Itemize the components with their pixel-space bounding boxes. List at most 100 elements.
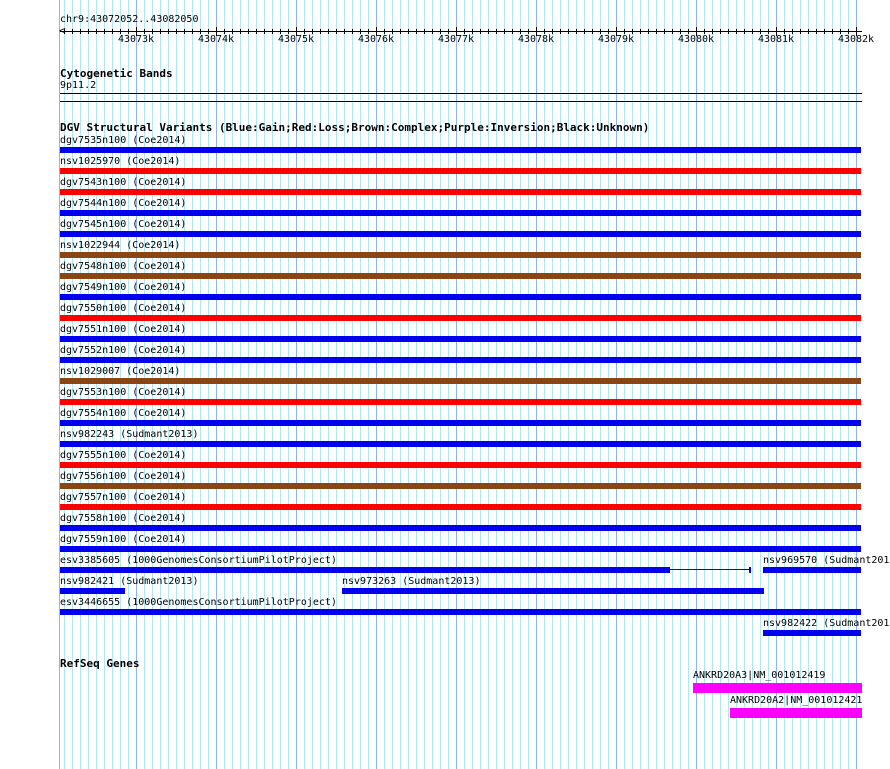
ruler-tick	[496, 29, 497, 34]
variant-bar[interactable]	[60, 399, 861, 405]
variant-bar[interactable]	[60, 483, 861, 489]
dgv-track-title: DGV Structural Variants (Blue:Gain;Red:L…	[60, 121, 650, 134]
variant-end-tick	[749, 567, 751, 573]
variant-bar[interactable]	[60, 315, 861, 321]
ruler-tick	[744, 29, 745, 34]
grid-line	[768, 0, 769, 769]
ruler-tick	[656, 29, 657, 34]
grid-line	[376, 0, 377, 769]
grid-line	[280, 0, 281, 769]
grid-line	[568, 0, 569, 769]
gene-label[interactable]: ANKRD20A3|NM_001012419	[693, 670, 825, 681]
variant-bar[interactable]	[60, 231, 861, 237]
variant-label[interactable]: nsv1029007 (Coe2014)	[60, 366, 180, 377]
grid-line	[656, 0, 657, 769]
variant-label[interactable]: dgv7535n100 (Coe2014)	[60, 135, 186, 146]
variant-bar[interactable]	[60, 420, 861, 426]
grid-line	[160, 0, 161, 769]
variant-label[interactable]: dgv7543n100 (Coe2014)	[60, 177, 186, 188]
variant-bar[interactable]	[60, 378, 861, 384]
ruler-tick	[192, 29, 193, 34]
ruler-tick	[80, 29, 81, 34]
variant-connector	[670, 569, 749, 570]
ruler-tick	[104, 29, 105, 34]
variant-bar[interactable]	[60, 504, 861, 510]
gene-label[interactable]: ANKRD20A2|NM_001012421	[730, 695, 862, 706]
grid-line	[240, 0, 241, 769]
ruler-tick	[328, 29, 329, 34]
variant-bar[interactable]	[60, 252, 861, 258]
variant-label[interactable]: nsv973263 (Sudmant2013)	[342, 576, 480, 587]
gene-bar[interactable]	[730, 708, 862, 718]
variant-label[interactable]: dgv7550n100 (Coe2014)	[60, 303, 186, 314]
variant-label[interactable]: dgv7556n100 (Coe2014)	[60, 471, 186, 482]
variant-bar[interactable]	[763, 630, 861, 636]
ruler-tick	[168, 29, 169, 34]
variant-bar[interactable]	[60, 168, 861, 174]
ruler-tick	[112, 29, 113, 34]
grid-line	[368, 0, 369, 769]
grid-line	[520, 0, 521, 769]
variant-bar[interactable]	[763, 567, 861, 573]
variant-bar[interactable]	[60, 273, 861, 279]
variant-label[interactable]: dgv7552n100 (Coe2014)	[60, 345, 186, 356]
ruler-tick	[352, 29, 353, 34]
grid-line	[560, 0, 561, 769]
ruler-tick	[560, 29, 561, 34]
grid-line	[72, 0, 73, 769]
grid-line	[456, 0, 457, 769]
variant-bar[interactable]	[60, 336, 861, 342]
grid-line	[808, 0, 809, 769]
variant-label[interactable]: nsv969570 (Sudmant2013)	[763, 555, 890, 566]
grid-line	[360, 0, 361, 769]
variant-label[interactable]: dgv7554n100 (Coe2014)	[60, 408, 186, 419]
variant-label[interactable]: dgv7557n100 (Coe2014)	[60, 492, 186, 503]
variant-label[interactable]: esv3446655 (1000GenomesConsortiumPilotPr…	[60, 597, 337, 608]
variant-bar[interactable]	[342, 588, 764, 594]
variant-label[interactable]: dgv7544n100 (Coe2014)	[60, 198, 186, 209]
grid-line	[59, 0, 60, 769]
variant-label[interactable]: esv3385605 (1000GenomesConsortiumPilotPr…	[60, 555, 337, 566]
grid-line	[344, 0, 345, 769]
ruler-tick	[648, 29, 649, 34]
variant-bar[interactable]	[60, 189, 861, 195]
grid-line	[496, 0, 497, 769]
variant-bar[interactable]	[60, 588, 125, 594]
variant-label[interactable]: nsv982422 (Sudmant2013)	[763, 618, 890, 629]
variant-bar[interactable]	[60, 294, 861, 300]
variant-label[interactable]: dgv7555n100 (Coe2014)	[60, 450, 186, 461]
variant-bar[interactable]	[60, 441, 861, 447]
gene-bar[interactable]	[693, 683, 862, 693]
variant-label[interactable]: nsv982421 (Sudmant2013)	[60, 576, 198, 587]
variant-label[interactable]: nsv1022944 (Coe2014)	[60, 240, 180, 251]
ruler-tick	[408, 29, 409, 34]
variant-label[interactable]: nsv982243 (Sudmant2013)	[60, 429, 198, 440]
variant-label[interactable]: dgv7558n100 (Coe2014)	[60, 513, 186, 524]
variant-label[interactable]: dgv7553n100 (Coe2014)	[60, 387, 186, 398]
grid-line	[448, 0, 449, 769]
grid-line	[192, 0, 193, 769]
cytoband-line	[60, 93, 862, 94]
variant-bar[interactable]	[60, 525, 861, 531]
variant-bar[interactable]	[60, 210, 861, 216]
variant-label[interactable]: dgv7551n100 (Coe2014)	[60, 324, 186, 335]
variant-label[interactable]: dgv7559n100 (Coe2014)	[60, 534, 186, 545]
variant-label[interactable]: dgv7545n100 (Coe2014)	[60, 219, 186, 230]
variant-bar[interactable]	[60, 546, 861, 552]
refseq-track-title: RefSeq Genes	[60, 657, 140, 670]
ruler-tick	[248, 29, 249, 34]
variant-bar[interactable]	[60, 357, 861, 363]
variant-bar[interactable]	[60, 567, 670, 573]
variant-label[interactable]: dgv7549n100 (Coe2014)	[60, 282, 186, 293]
variant-label[interactable]: dgv7548n100 (Coe2014)	[60, 261, 186, 272]
variant-bar[interactable]	[60, 462, 861, 468]
grid-line	[320, 0, 321, 769]
location-label: chr9:43072052..43082050	[60, 14, 199, 25]
grid-line	[392, 0, 393, 769]
variant-label[interactable]: nsv1025970 (Coe2014)	[60, 156, 180, 167]
grid-line	[840, 0, 841, 769]
variant-bar[interactable]	[60, 147, 861, 153]
variant-bar[interactable]	[60, 609, 861, 615]
ruler-tick	[736, 29, 737, 34]
grid-line	[544, 0, 545, 769]
